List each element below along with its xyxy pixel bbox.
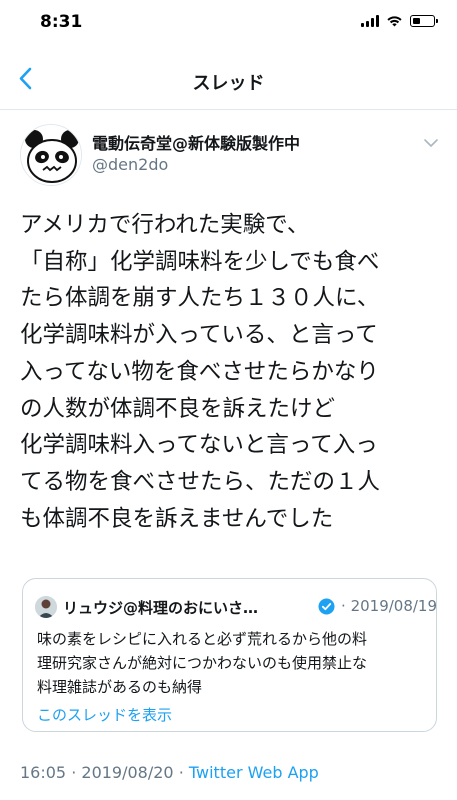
tweet-time: 16:05: [20, 763, 67, 782]
tweet-source-link[interactable]: Twitter Web App: [189, 763, 319, 782]
quoted-date-value: 2019/08/19: [350, 597, 438, 615]
quoted-line: 料理雑誌があるのも納得: [37, 678, 203, 696]
verified-badge-icon: [318, 598, 335, 615]
battery-level: [412, 17, 421, 24]
tweet-line: アメリカで行われた実験で、: [20, 212, 310, 238]
display-name[interactable]: 電動伝奇堂@新体験版製作中: [92, 130, 300, 154]
tweet-meta: 16:05 · 2019/08/20 · Twitter Web App: [20, 763, 319, 782]
quoted-text: 味の素をレシピに入れると必ず荒れるから他の料 理研究家さんが絶対につかわないのも…: [37, 627, 367, 699]
tweet-date: 2019/08/20: [81, 763, 174, 782]
tweet-line: 「自称」化学調味料を少しでも食べ: [20, 248, 380, 275]
chevron-down-icon: [424, 139, 438, 147]
quoted-line: 味の素をレシピに入れると必ず荒れるから他の料: [37, 630, 368, 648]
quoted-line: 理研究家さんが絶対につかわないのも使用禁止な: [37, 654, 368, 672]
tweet-line: の人数が体調不良を訴えたけど: [20, 395, 336, 422]
user-handle[interactable]: @den2do: [92, 155, 168, 174]
signal-icon: [361, 15, 379, 27]
tweet-line: 入ってない物を食べさせたらかなり: [20, 358, 379, 385]
tweet-line: 化学調味料入ってないと言って入っ: [20, 432, 378, 459]
tweet-line: も体調不良を訴えませんでした: [20, 505, 334, 532]
battery-icon: [410, 15, 438, 27]
tweet-line: たら体調を崩す人たち１３０人に、: [20, 285, 380, 312]
quoted-tweet-card[interactable]: リュウジ@料理のおにいさ… · 2019/08/19 味の素をレシピに入れると必…: [22, 578, 437, 732]
tweet-text: アメリカで行われた実験で、 「自称」化学調味料を少しでも食べ たら体調を崩す人た…: [20, 207, 440, 537]
person-avatar-icon: [35, 596, 57, 618]
panda-avatar-icon: [21, 125, 81, 185]
status-icons: [361, 15, 438, 27]
nav-bar: スレッド: [0, 50, 457, 110]
wifi-icon: [387, 16, 402, 27]
avatar[interactable]: [20, 124, 82, 186]
meta-separator: ·: [178, 763, 184, 782]
tweet-line: 化学調味料が入っている、と言って: [20, 322, 378, 349]
quoted-date: · 2019/08/19: [341, 597, 437, 615]
more-options-button[interactable]: [422, 134, 440, 152]
quoted-display-name: リュウジ@料理のおにいさ…: [63, 599, 259, 617]
quoted-separator: ·: [341, 597, 346, 615]
status-bar: 8:31: [0, 0, 457, 44]
quoted-avatar: [35, 596, 57, 618]
status-time: 8:31: [40, 12, 83, 32]
tweet-header: 電動伝奇堂@新体験版製作中 @den2do: [20, 122, 440, 186]
page-title: スレッド: [192, 73, 265, 94]
meta-separator: ·: [71, 763, 77, 782]
show-thread-link[interactable]: このスレッドを表示: [37, 704, 172, 725]
tweet-line: てる物を食べさせたら、ただの１人: [20, 468, 381, 495]
